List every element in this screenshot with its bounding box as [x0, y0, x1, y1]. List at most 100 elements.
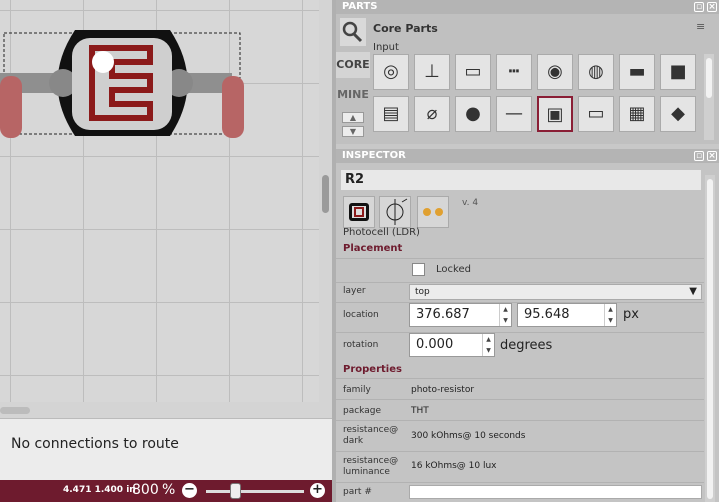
part-tile-pushbutton[interactable]: ■ [660, 54, 696, 90]
part-tile-accelerometer-board[interactable]: ▦ [619, 96, 655, 132]
tilt-sensor-icon: ⌀ [426, 103, 438, 124]
layer-select[interactable]: top ▼ [409, 284, 702, 300]
package-label: package [343, 406, 381, 416]
rotation-input[interactable]: 0.000 ▲ ▼ [409, 333, 495, 357]
parts-scrollbar[interactable] [704, 54, 714, 140]
locked-row [336, 258, 704, 283]
ldr-schematic-icon [386, 198, 408, 225]
bin-category-label: Input [373, 42, 399, 53]
part-tile-photocell[interactable]: ▣ [537, 96, 573, 132]
parts-panel-header: PARTS ▫ × [336, 0, 719, 14]
resistance-luminance-value: 16 kOhms@ 10 lux [411, 461, 497, 471]
float-icon[interactable]: ▫ [694, 151, 704, 161]
canvas-horizontal-scroll-thumb[interactable] [0, 407, 30, 414]
package-row [336, 399, 704, 420]
bin-scroll-down-icon[interactable]: ▼ [342, 126, 364, 137]
rotation-value: 0.000 [416, 337, 454, 352]
zoom-out-button[interactable]: − [182, 483, 197, 498]
lead-right-end [222, 76, 244, 138]
photocell-icon [349, 203, 369, 221]
photocell-part[interactable] [0, 0, 319, 402]
joystick-icon: ⊥ [424, 61, 440, 82]
part-version: v. 4 [462, 198, 479, 208]
bin-scroll-up-icon[interactable]: ▲ [342, 112, 364, 123]
part-tile-reed-switch[interactable]: ▬ [619, 54, 655, 90]
inspector-scroll-thumb[interactable] [707, 179, 713, 499]
part-tile-mic-sensor[interactable]: ● [455, 96, 491, 132]
spin-arrows-icon[interactable]: ▲ ▼ [499, 304, 511, 326]
pushbutton-icon: ■ [669, 61, 687, 82]
resistance-dark-value: 300 kOhms@ 10 seconds [411, 431, 526, 441]
reed-switch-icon: ▬ [628, 61, 646, 82]
part-tile-temperature-sensor[interactable]: ◆ [660, 96, 696, 132]
canvas-vertical-scrollbar[interactable] [319, 0, 332, 402]
accelerometer-board-icon: ▦ [628, 103, 646, 124]
spin-arrows-icon[interactable]: ▲ ▼ [482, 334, 494, 356]
location-x-value: 376.687 [416, 307, 470, 322]
trimmer-potentiometer-icon: ◍ [588, 61, 604, 82]
breadboard-canvas[interactable] [0, 0, 319, 402]
pcb-view-thumbnail[interactable] [417, 196, 449, 228]
part-tile-rotary-potentiometer[interactable]: ◎ [373, 54, 409, 90]
bin-menu-icon[interactable]: ≡ [696, 20, 705, 33]
part-tile-dip-switch[interactable]: ▤ [373, 96, 409, 132]
flex-sensor-icon: — [505, 103, 523, 124]
float-icon[interactable]: ▫ [694, 2, 704, 12]
search-icon [342, 21, 363, 43]
inspector-scrollbar[interactable] [705, 175, 715, 502]
part-number-input[interactable] [409, 485, 702, 499]
temperature-sensor-icon: ◆ [671, 103, 685, 124]
family-label: family [343, 385, 371, 395]
breadboard-view-thumbnail[interactable] [343, 196, 375, 228]
schematic-view-thumbnail[interactable] [379, 196, 411, 228]
family-value: photo-resistor [411, 385, 475, 395]
location-x-input[interactable]: 376.687 ▲ ▼ [409, 303, 512, 327]
layer-label: layer [343, 286, 366, 296]
zoom-slider-thumb[interactable] [230, 483, 242, 499]
part-tile-slide-switch[interactable]: ▭ [455, 54, 491, 90]
header-strip-icon: ┅ [508, 61, 520, 82]
part-tile-trimmer-potentiometer[interactable]: ◍ [578, 54, 614, 90]
part-tile-rotary-encoder[interactable]: ◉ [537, 54, 573, 90]
parts-search-button[interactable] [340, 18, 366, 46]
bin-tab-mine[interactable]: MINE [336, 82, 370, 108]
part-tile-header-strip[interactable]: ┅ [496, 54, 532, 90]
close-icon[interactable]: × [707, 151, 717, 161]
part-title-field[interactable]: R2 [341, 170, 701, 190]
part-tile-tilt-sensor[interactable]: ⌀ [414, 96, 450, 132]
layer-value: top [415, 287, 430, 297]
part-type-title: Photocell (LDR) [343, 227, 420, 238]
part-instance-title: R2 [345, 172, 365, 187]
part-tile-joystick[interactable]: ⊥ [414, 54, 450, 90]
status-bar: 4.471 1.400 in 800 % − + [0, 480, 332, 502]
location-label: location [343, 310, 379, 320]
part-tile-ir-sensor[interactable]: ▭ [578, 96, 614, 132]
canvas-horizontal-scrollbar[interactable] [0, 402, 332, 418]
parts-grid: ◎ ⊥ ▭ ┅ ◉ ◍ ▬ ■ ▤ ⌀ ● — ▣ ▭ ▦ ◆ [373, 54, 703, 144]
lead-left-end [0, 76, 22, 138]
bin-title: Core Parts [373, 22, 438, 35]
chevron-down-icon: ▼ [689, 286, 697, 297]
bin-tab-core[interactable]: CORE [336, 52, 370, 78]
inspector-panel: R2 v. 4 Photocell (LDR) Placement Locked… [336, 163, 719, 502]
zoom-in-button[interactable]: + [310, 483, 325, 498]
part-tile-flex-sensor[interactable]: — [496, 96, 532, 132]
zoom-slider[interactable] [206, 490, 304, 493]
family-row [336, 378, 704, 399]
zoom-value[interactable]: 800 [132, 482, 159, 498]
close-icon[interactable]: × [707, 2, 717, 12]
canvas-vertical-scroll-thumb[interactable] [322, 175, 329, 213]
locked-label: Locked [436, 264, 471, 275]
parts-scroll-thumb[interactable] [706, 58, 712, 98]
resistance-dark-label: resistance@ dark [343, 425, 399, 446]
rotation-label: rotation [343, 340, 379, 350]
locked-checkbox[interactable] [412, 263, 425, 276]
location-y-input[interactable]: 95.648 ▲ ▼ [517, 303, 617, 327]
placement-section-title: Placement [343, 243, 403, 254]
pcb-footprint-icon [423, 208, 443, 216]
rotary-encoder-icon: ◉ [547, 61, 563, 82]
mic-sensor-icon: ● [465, 103, 481, 124]
spin-arrows-icon[interactable]: ▲ ▼ [604, 304, 616, 326]
parts-bin: CORE MINE ▲ ▼ Core Parts ≡ Input ◎ ⊥ ▭ ┅ ◉ ◍ ▬… [336, 14, 719, 144]
location-y-value: 95.648 [524, 307, 570, 322]
